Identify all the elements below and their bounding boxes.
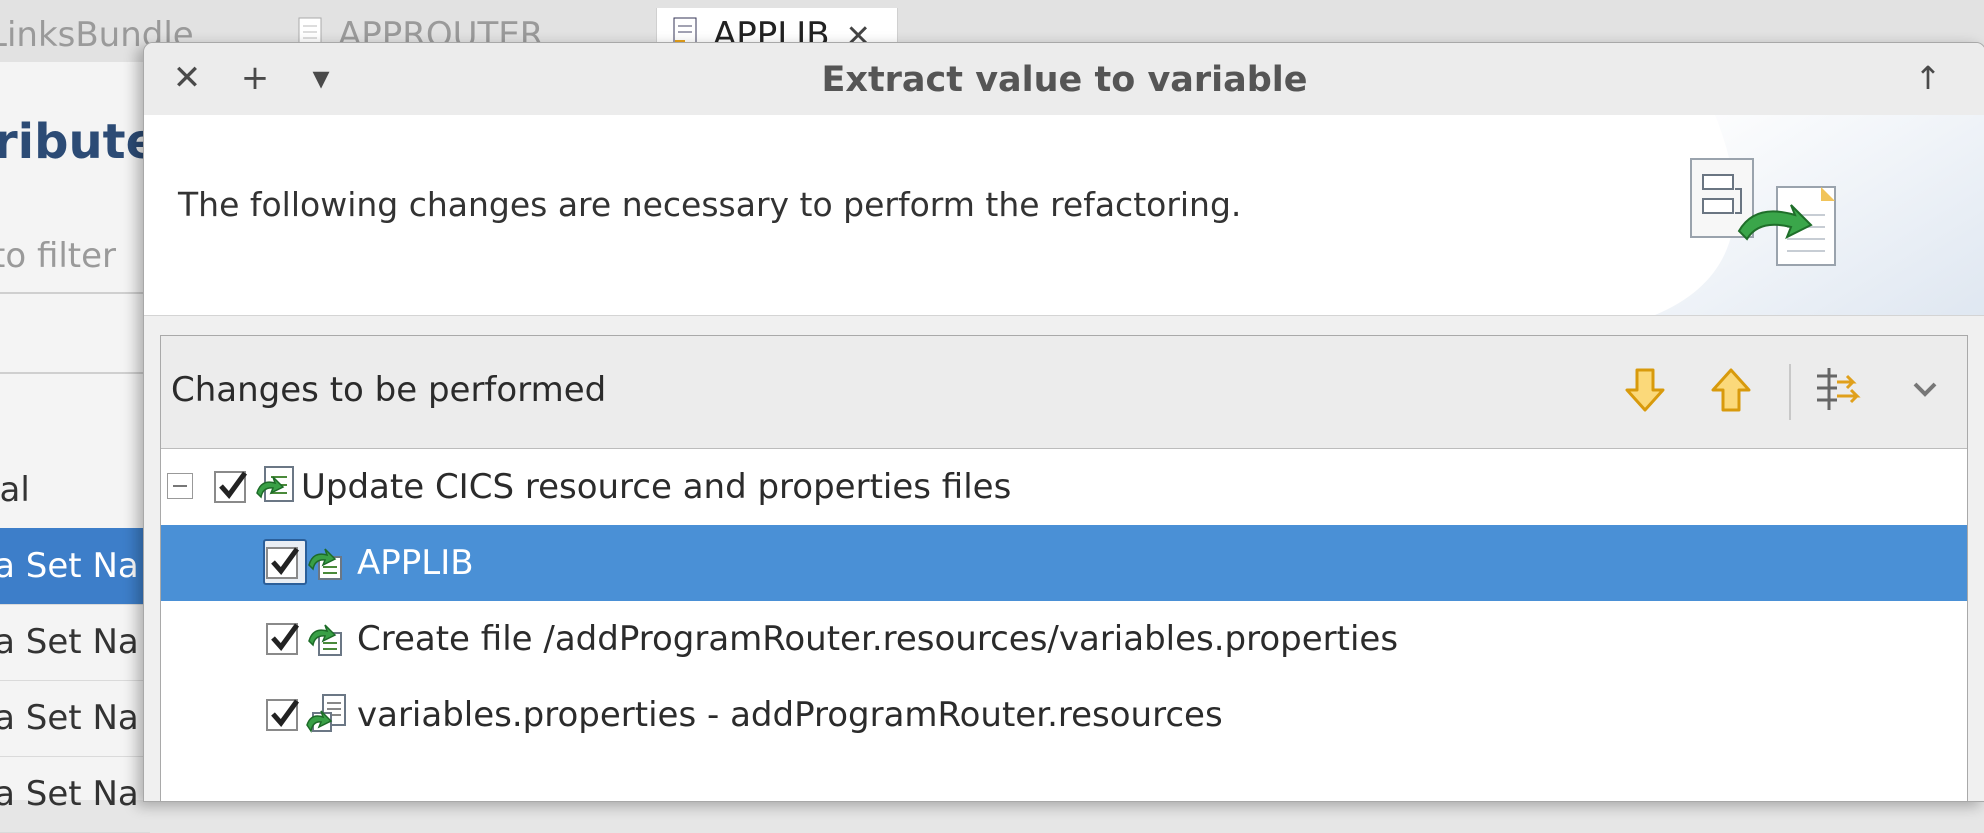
- refactoring-dialog: ✕ + ▾ Extract value to variable ↑ The fo…: [143, 42, 1984, 802]
- composite-change-icon: [256, 466, 294, 502]
- tree-item-variables-properties[interactable]: variables.properties - addProgramRouter.…: [161, 677, 1967, 753]
- maximize-button[interactable]: ↑: [1909, 59, 1947, 97]
- header-message: The following changes are necessary to p…: [178, 185, 1242, 224]
- arrow-up-icon[interactable]: [1707, 364, 1755, 416]
- list-item[interactable]: ata Set Na: [0, 604, 150, 681]
- arrow-down-icon[interactable]: [1621, 364, 1669, 416]
- create-file-icon: [308, 624, 342, 656]
- checkbox[interactable]: [213, 466, 253, 506]
- divider: [0, 372, 150, 374]
- collapse-icon[interactable]: [167, 473, 193, 499]
- tree-root-item[interactable]: Update CICS resource and properties file…: [161, 449, 1967, 525]
- checkbox[interactable]: [265, 618, 305, 658]
- text-change-icon: [308, 548, 342, 580]
- dialog-header: The following changes are necessary to p…: [144, 115, 1984, 316]
- checkbox[interactable]: [265, 542, 305, 582]
- checkbox[interactable]: [265, 694, 305, 734]
- list-item[interactable]: ocal: [0, 452, 150, 529]
- dialog-title: Extract value to variable: [821, 60, 1308, 100]
- tree-item-label: Update CICS resource and properties file…: [301, 467, 1012, 507]
- tree-item-create-file[interactable]: Create file /addProgramRouter.resources/…: [161, 601, 1967, 677]
- divider: [0, 292, 150, 294]
- changes-panel: Changes to be performed Update CICS reso…: [160, 335, 1968, 801]
- tree-item-label: Create file /addProgramRouter.resources/…: [357, 619, 1399, 659]
- changes-panel-header: Changes to be performed: [161, 336, 1967, 449]
- tree-item-label: APPLIB: [357, 543, 474, 583]
- changes-panel-title: Changes to be performed: [171, 370, 607, 410]
- dialog-titlebar: ✕ + ▾ Extract value to variable ↑: [144, 43, 1984, 115]
- chevron-down-icon[interactable]: [1905, 364, 1945, 416]
- tree-item-label: variables.properties - addProgramRouter.…: [357, 695, 1223, 735]
- refactoring-wizard-icon: [1655, 115, 1984, 315]
- toolbar-separator: [1789, 364, 1791, 420]
- filter-changes-icon[interactable]: [1811, 364, 1867, 416]
- properties-file-change-icon: [306, 694, 346, 733]
- list-item[interactable]: ata Set Na: [0, 528, 150, 605]
- list-item[interactable]: ata Set Na: [0, 756, 150, 833]
- filter-input[interactable]: to filter: [0, 236, 116, 276]
- list-item[interactable]: ata Set Na: [0, 680, 150, 757]
- tree-item-applib[interactable]: APPLIB: [161, 525, 1967, 601]
